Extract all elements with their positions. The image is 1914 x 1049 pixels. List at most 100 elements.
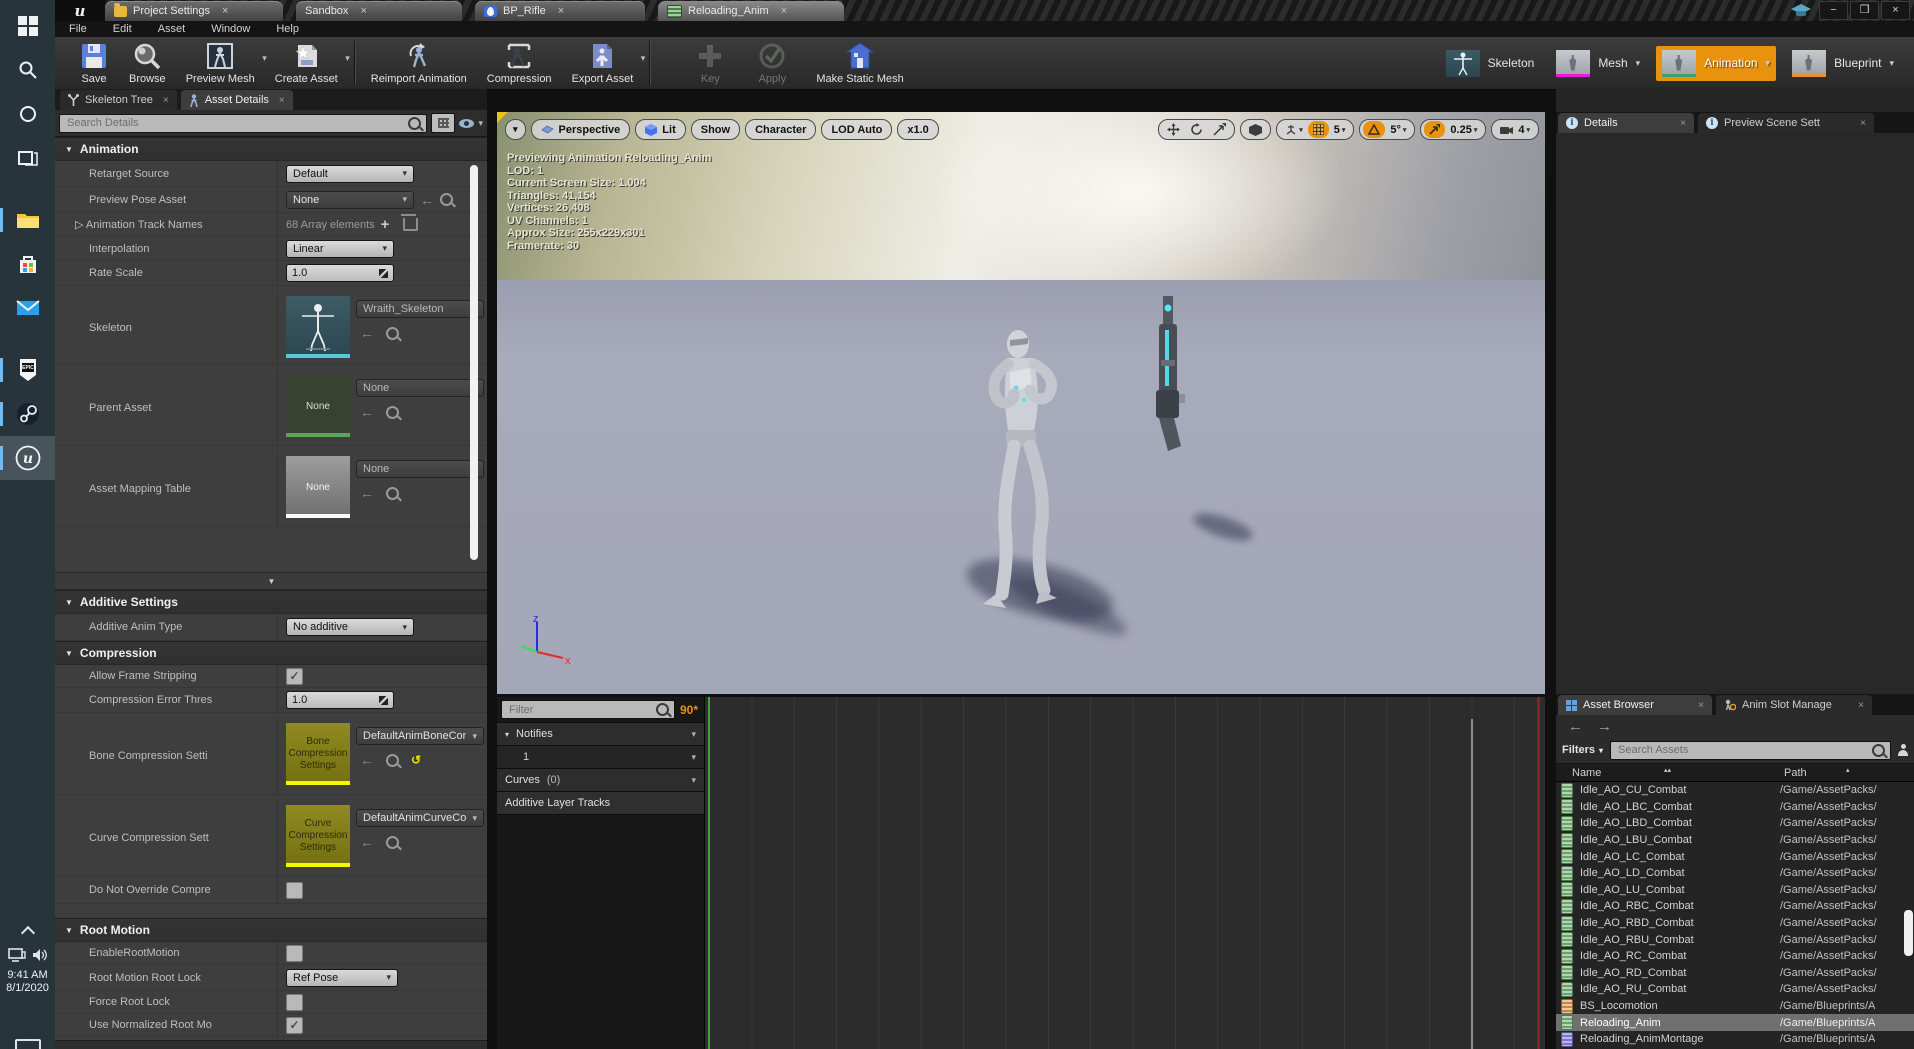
- close-tab-icon[interactable]: ×: [1858, 700, 1864, 711]
- use-selected-icon[interactable]: ←: [360, 405, 374, 419]
- menu-edit[interactable]: Edit: [113, 23, 132, 35]
- enable-root-motion-checkbox[interactable]: [286, 945, 303, 962]
- browse-to-asset-icon[interactable]: [386, 327, 399, 340]
- asset-row[interactable]: Idle_AO_RU_Combat/Game/AssetPacks/: [1556, 981, 1914, 998]
- close-tab-icon[interactable]: ×: [558, 5, 564, 17]
- tab-asset-details[interactable]: Asset Details ×: [181, 90, 293, 110]
- asset-row[interactable]: BS_Locomotion/Game/Blueprints/A: [1556, 998, 1914, 1015]
- asset-row[interactable]: Reloading_AnimMontage/Game/Blueprints/A: [1556, 1031, 1914, 1048]
- skeleton-asset-dropdown[interactable]: Wraith_Skeleton▾: [356, 300, 484, 318]
- lit-mode-button[interactable]: Lit: [635, 119, 685, 140]
- use-selected-icon[interactable]: ←: [360, 486, 374, 500]
- maximize-button[interactable]: ❐: [1850, 1, 1879, 20]
- parent-asset-dropdown[interactable]: None▾: [356, 379, 484, 397]
- timeline-filter-input[interactable]: [507, 703, 652, 717]
- file-explorer-button[interactable]: [0, 198, 55, 242]
- browse-to-asset-icon[interactable]: [440, 193, 453, 206]
- tab-project-settings[interactable]: Project Settings ×: [105, 1, 283, 21]
- allow-frame-stripping-checkbox[interactable]: ✓: [286, 668, 303, 685]
- asset-mapping-table-thumbnail[interactable]: None: [286, 456, 350, 518]
- browse-button[interactable]: Browse: [119, 37, 176, 89]
- history-forward-button[interactable]: →: [1597, 718, 1612, 735]
- menu-window[interactable]: Window: [211, 23, 250, 35]
- close-tab-icon[interactable]: ×: [1698, 700, 1704, 711]
- close-tab-icon[interactable]: ×: [222, 5, 228, 17]
- tab-preview-scene-settings[interactable]: i Preview Scene Sett ×: [1698, 113, 1874, 133]
- saved-views-person-icon[interactable]: [1898, 744, 1908, 756]
- asset-row[interactable]: Idle_AO_CU_Combat/Game/AssetPacks/: [1556, 782, 1914, 799]
- asset-search-field[interactable]: [1610, 741, 1891, 760]
- root-motion-root-lock-dropdown[interactable]: Ref Pose▾: [286, 969, 398, 987]
- details-search-input[interactable]: [65, 116, 404, 130]
- additive-layer-tracks-row[interactable]: Additive Layer Tracks: [497, 792, 704, 815]
- tab-anim-slot-manager[interactable]: Anim Slot Manage ×: [1716, 695, 1872, 715]
- close-tab-icon[interactable]: ×: [279, 95, 285, 106]
- use-selected-icon[interactable]: ←: [420, 193, 434, 207]
- taskbar-clock[interactable]: 9:41 AM 8/1/2020: [6, 969, 49, 995]
- curves-track-row[interactable]: Curves (0) ▾: [497, 769, 704, 792]
- history-back-button[interactable]: ←: [1568, 718, 1583, 735]
- track-options-icon[interactable]: ▾: [691, 729, 696, 740]
- tab-details[interactable]: i Details ×: [1558, 113, 1694, 133]
- menu-file[interactable]: File: [69, 23, 87, 35]
- track-options-icon[interactable]: ▾: [691, 775, 696, 786]
- timeline-track-area[interactable]: [704, 697, 1545, 1049]
- section-additive-settings[interactable]: ▼Additive Settings: [55, 590, 487, 614]
- reimport-animation-button[interactable]: Reimport Animation: [361, 37, 477, 89]
- asset-row[interactable]: Idle_AO_LBD_Combat/Game/AssetPacks/: [1556, 815, 1914, 832]
- filters-button[interactable]: Filters▾: [1562, 744, 1603, 756]
- character-menu-button[interactable]: Character: [745, 119, 816, 140]
- scale-snap-toggle[interactable]: [1424, 121, 1445, 138]
- task-view-button[interactable]: [0, 136, 55, 180]
- interpolation-dropdown[interactable]: Linear▾: [286, 240, 394, 258]
- asset-row[interactable]: Idle_AO_RBC_Combat/Game/AssetPacks/: [1556, 898, 1914, 915]
- tutorial-graduation-cap-icon[interactable]: [1791, 4, 1811, 18]
- close-tab-icon[interactable]: ×: [163, 95, 169, 106]
- notifies-track-row[interactable]: ▾ Notifies ▾: [497, 723, 704, 746]
- bone-compression-dropdown[interactable]: DefaultAnimBoneCompressionS▾: [356, 727, 484, 745]
- show-menu-button[interactable]: Show: [691, 119, 740, 140]
- notify-track-row[interactable]: 1 ▾: [497, 746, 704, 769]
- camera-speed-button[interactable]: 4▾: [1495, 121, 1535, 138]
- surface-snap-button[interactable]: ▾: [1280, 121, 1308, 138]
- asset-row[interactable]: Reloading_Anim/Game/Blueprints/A: [1556, 1014, 1914, 1031]
- preview-viewport[interactable]: z x ▾ Perspective Lit Show Character: [497, 112, 1545, 694]
- close-tab-icon[interactable]: ×: [360, 5, 366, 17]
- additive-anim-type-dropdown[interactable]: No additive▾: [286, 618, 414, 636]
- tab-bp-rifle[interactable]: BP_Rifle ×: [475, 1, 645, 21]
- apply-button[interactable]: Apply: [748, 37, 796, 89]
- asset-row[interactable]: Idle_AO_RC_Combat/Game/AssetPacks/: [1556, 948, 1914, 965]
- drag-spinner-icon[interactable]: [379, 269, 388, 278]
- details-search-field[interactable]: [59, 114, 427, 133]
- minimize-button[interactable]: −: [1819, 1, 1848, 20]
- rate-scale-input[interactable]: 1.0: [286, 264, 394, 282]
- lod-auto-button[interactable]: LOD Auto: [821, 119, 892, 140]
- view-options-eye-icon[interactable]: [459, 119, 474, 128]
- curve-compression-thumbnail[interactable]: Curve Compression Settings: [286, 805, 350, 867]
- details-expander-button[interactable]: ▼: [55, 572, 487, 590]
- curve-compression-dropdown[interactable]: DefaultAnimCurveCompression▾: [356, 809, 484, 827]
- export-asset-button[interactable]: ▾ Export Asset: [562, 37, 644, 89]
- playback-speed-button[interactable]: x1.0: [897, 119, 938, 140]
- make-static-mesh-button[interactable]: Make Static Mesh: [806, 37, 913, 89]
- close-tab-icon[interactable]: ×: [781, 5, 787, 17]
- delete-icon[interactable]: [403, 218, 418, 231]
- use-normalized-root-motion-checkbox[interactable]: ✓: [286, 1017, 303, 1034]
- do-not-override-checkbox[interactable]: [286, 882, 303, 899]
- epic-games-button[interactable]: EPIC: [0, 348, 55, 392]
- asset-row[interactable]: Idle_AO_LBC_Combat/Game/AssetPacks/: [1556, 799, 1914, 816]
- taskbar-search-button[interactable]: [0, 48, 55, 92]
- browse-to-asset-icon[interactable]: [386, 406, 399, 419]
- rotation-snap-value[interactable]: 5°▾: [1385, 121, 1411, 138]
- close-tab-icon[interactable]: ×: [1860, 118, 1866, 129]
- rotation-snap-toggle[interactable]: [1363, 121, 1385, 138]
- tab-asset-browser[interactable]: Asset Browser ×: [1558, 695, 1712, 715]
- force-root-lock-checkbox[interactable]: [286, 994, 303, 1011]
- key-button[interactable]: Key: [686, 37, 734, 89]
- section-root-motion[interactable]: ▼Root Motion: [55, 918, 487, 942]
- asset-list-header[interactable]: Name ▴▴ Path ▴: [1556, 764, 1914, 782]
- use-selected-icon[interactable]: ←: [360, 835, 374, 849]
- tab-sandbox[interactable]: Sandbox ×: [296, 1, 462, 21]
- drag-spinner-icon[interactable]: [379, 696, 388, 705]
- use-selected-icon[interactable]: ←: [360, 326, 374, 340]
